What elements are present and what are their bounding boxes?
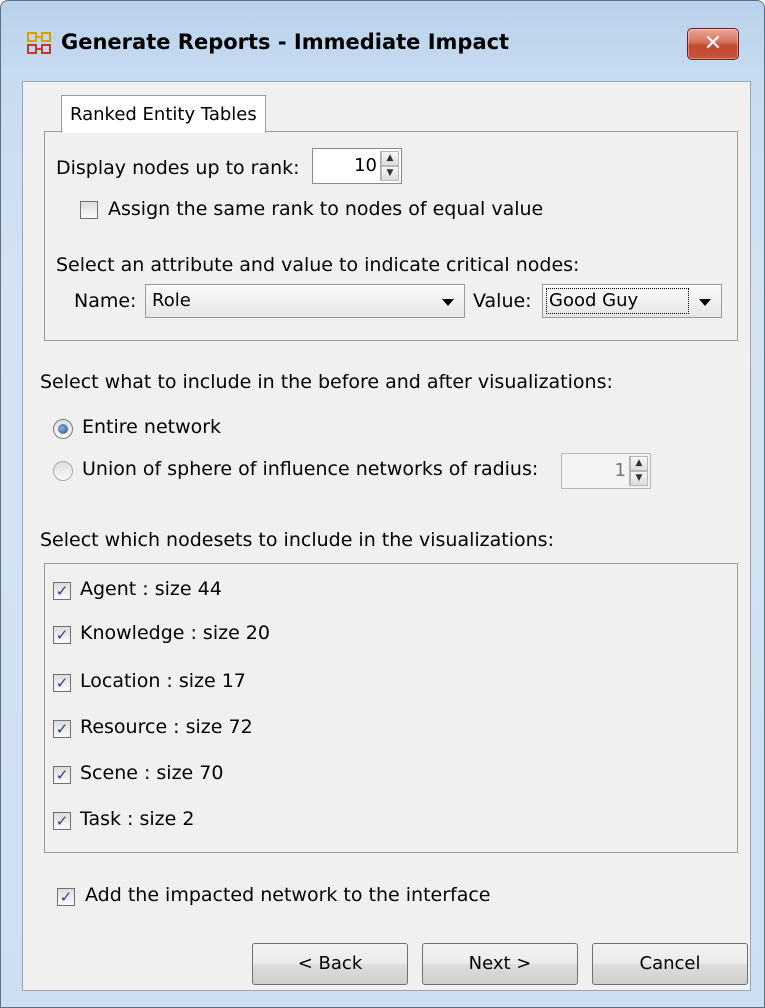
spin-down-icon[interactable]: ▼ bbox=[630, 471, 648, 486]
same-rank-label: Assign the same rank to nodes of equal v… bbox=[108, 198, 544, 220]
radio-selected-dot bbox=[58, 424, 68, 434]
attribute-value-select[interactable]: Good Guy bbox=[542, 284, 722, 318]
spin-up-icon[interactable]: ▲ bbox=[630, 456, 648, 471]
cancel-button[interactable]: Cancel bbox=[592, 943, 748, 985]
name-label: Name: bbox=[74, 290, 137, 312]
attribute-value-value: Good Guy bbox=[549, 290, 639, 311]
nodeset-label-scene: Scene : size 70 bbox=[80, 762, 224, 784]
nodeset-label-task: Task : size 2 bbox=[80, 808, 195, 830]
radius-spinner-arrows[interactable]: ▲ ▼ bbox=[629, 456, 648, 486]
same-rank-checkbox[interactable] bbox=[80, 201, 98, 219]
nodeset-label-knowledge: Knowledge : size 20 bbox=[80, 622, 270, 644]
spin-down-icon[interactable]: ▼ bbox=[381, 166, 399, 181]
tab-ranked-entity-tables[interactable]: Ranked Entity Tables bbox=[61, 95, 266, 133]
chevron-down-icon bbox=[699, 299, 711, 306]
critical-nodes-label: Select an attribute and value to indicat… bbox=[56, 254, 580, 276]
close-button[interactable]: ✕ bbox=[687, 28, 739, 60]
nodeset-checkbox-task[interactable]: ✓ bbox=[53, 812, 71, 830]
add-network-label: Add the impacted network to the interfac… bbox=[85, 884, 491, 906]
nodeset-checkbox-resource[interactable]: ✓ bbox=[53, 720, 71, 738]
rank-value: 10 bbox=[354, 155, 377, 176]
nodeset-label-agent: Agent : size 44 bbox=[80, 578, 222, 600]
nodeset-checkbox-scene[interactable]: ✓ bbox=[53, 766, 71, 784]
union-sphere-label[interactable]: Union of sphere of influence networks of… bbox=[82, 458, 538, 480]
nodeset-checkbox-location[interactable]: ✓ bbox=[53, 674, 71, 692]
radius-value: 1 bbox=[614, 460, 626, 481]
radio-union-sphere[interactable] bbox=[53, 461, 73, 481]
radius-spinner[interactable]: 1 ▲ ▼ bbox=[561, 453, 651, 489]
nodeset-label-location: Location : size 17 bbox=[80, 670, 246, 692]
nodesets-heading: Select which nodesets to include in the … bbox=[40, 529, 554, 551]
nodeset-label-resource: Resource : size 72 bbox=[80, 716, 253, 738]
add-network-checkbox[interactable]: ✓ bbox=[57, 888, 75, 906]
attribute-name-select[interactable]: Role bbox=[145, 284, 465, 318]
radio-entire-network[interactable] bbox=[53, 419, 73, 439]
network-grid-icon bbox=[27, 32, 51, 54]
visualization-heading: Select what to include in the before and… bbox=[40, 371, 613, 393]
next-button[interactable]: Next > bbox=[422, 943, 578, 985]
title-bar[interactable]: Generate Reports - Immediate Impact ✕ bbox=[1, 1, 764, 79]
display-rank-label: Display nodes up to rank: bbox=[56, 157, 300, 179]
entire-network-label[interactable]: Entire network bbox=[82, 416, 221, 438]
nodeset-checkbox-agent[interactable]: ✓ bbox=[53, 582, 71, 600]
chevron-down-icon bbox=[442, 299, 454, 306]
rank-spinner[interactable]: 10 ▲ ▼ bbox=[312, 148, 402, 184]
value-label: Value: bbox=[473, 290, 532, 312]
attribute-name-value: Role bbox=[152, 290, 191, 311]
spin-up-icon[interactable]: ▲ bbox=[381, 151, 399, 166]
nodeset-checkbox-knowledge[interactable]: ✓ bbox=[53, 626, 71, 644]
back-button[interactable]: < Back bbox=[252, 943, 408, 985]
rank-spinner-arrows[interactable]: ▲ ▼ bbox=[380, 151, 399, 181]
window-title: Generate Reports - Immediate Impact bbox=[61, 30, 510, 54]
close-icon: ✕ bbox=[703, 31, 723, 56]
